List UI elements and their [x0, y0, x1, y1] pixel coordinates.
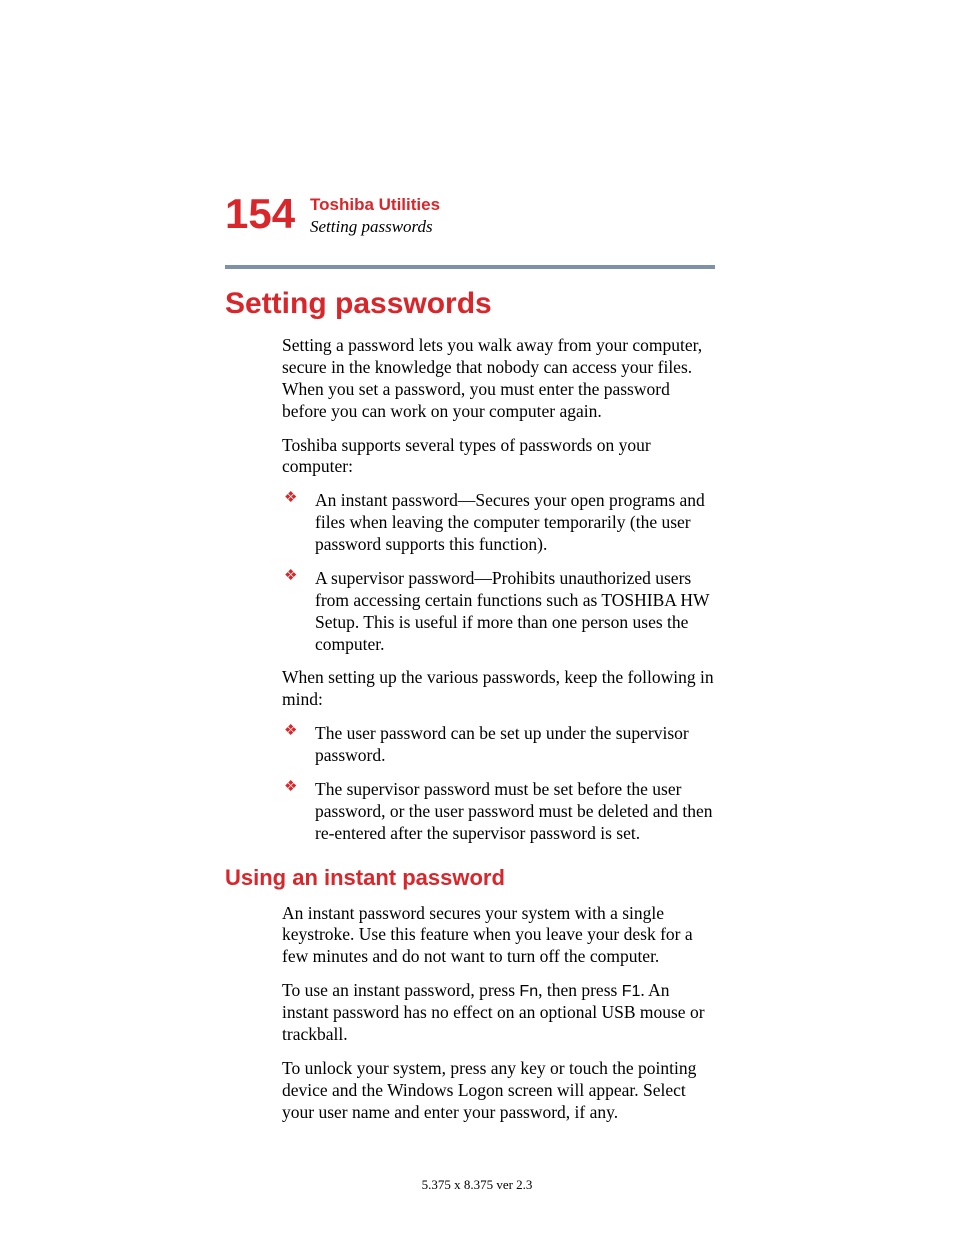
chapter-title: Toshiba Utilities — [310, 195, 714, 215]
instant-paragraph-3: To unlock your system, press any key or … — [282, 1058, 715, 1124]
breadcrumb-section: Setting passwords — [310, 217, 714, 237]
keycap-f1: F1 — [622, 983, 641, 1000]
list-item-text: A supervisor password—Prohibits unauthor… — [315, 568, 709, 654]
text-fragment: , then press — [538, 980, 622, 1000]
intro-paragraph-2: Toshiba supports several types of passwo… — [282, 435, 715, 479]
diamond-bullet-icon: ❖ — [284, 724, 297, 739]
text-fragment: To use an instant password, press — [282, 980, 519, 1000]
diamond-bullet-icon: ❖ — [284, 491, 297, 506]
keycap-fn: Fn — [519, 983, 538, 1000]
diamond-bullet-icon: ❖ — [284, 780, 297, 795]
list-item-text: The user password can be set up under th… — [315, 723, 689, 765]
instant-paragraph-2: To use an instant password, press Fn, th… — [282, 980, 715, 1046]
list-item-text: The supervisor password must be set befo… — [315, 779, 713, 843]
page-number: 154 — [225, 193, 295, 235]
horizontal-rule — [225, 265, 715, 269]
subsection-heading: Using an instant password — [225, 865, 715, 891]
password-types-list: ❖ An instant password—Secures your open … — [282, 490, 715, 655]
intro-paragraph-1: Setting a password lets you walk away fr… — [282, 335, 715, 423]
section-heading: Setting passwords — [225, 287, 715, 321]
body-text-block: An instant password secures your system … — [282, 903, 715, 1124]
list-item: ❖ An instant password—Secures your open … — [282, 490, 715, 556]
content-area: Setting passwords Setting a password let… — [225, 265, 715, 1124]
document-page: 154 Toshiba Utilities Setting passwords … — [0, 0, 954, 1235]
list-item: ❖ A supervisor password—Prohibits unauth… — [282, 568, 715, 656]
footer-text: 5.375 x 8.375 ver 2.3 — [422, 1177, 533, 1192]
instant-paragraph-1: An instant password secures your system … — [282, 903, 715, 969]
body-text-block: Setting a password lets you walk away fr… — [282, 335, 715, 845]
list-item: ❖ The supervisor password must be set be… — [282, 779, 715, 845]
list-item-text: An instant password—Secures your open pr… — [315, 490, 705, 554]
header-text-block: Toshiba Utilities Setting passwords — [310, 195, 714, 237]
page-header: 154 Toshiba Utilities Setting passwords — [225, 195, 714, 237]
list-item: ❖ The user password can be set up under … — [282, 723, 715, 767]
setup-note-paragraph: When setting up the various passwords, k… — [282, 667, 715, 711]
diamond-bullet-icon: ❖ — [284, 569, 297, 584]
page-footer: 5.375 x 8.375 ver 2.3 — [0, 1177, 954, 1193]
setup-rules-list: ❖ The user password can be set up under … — [282, 723, 715, 844]
